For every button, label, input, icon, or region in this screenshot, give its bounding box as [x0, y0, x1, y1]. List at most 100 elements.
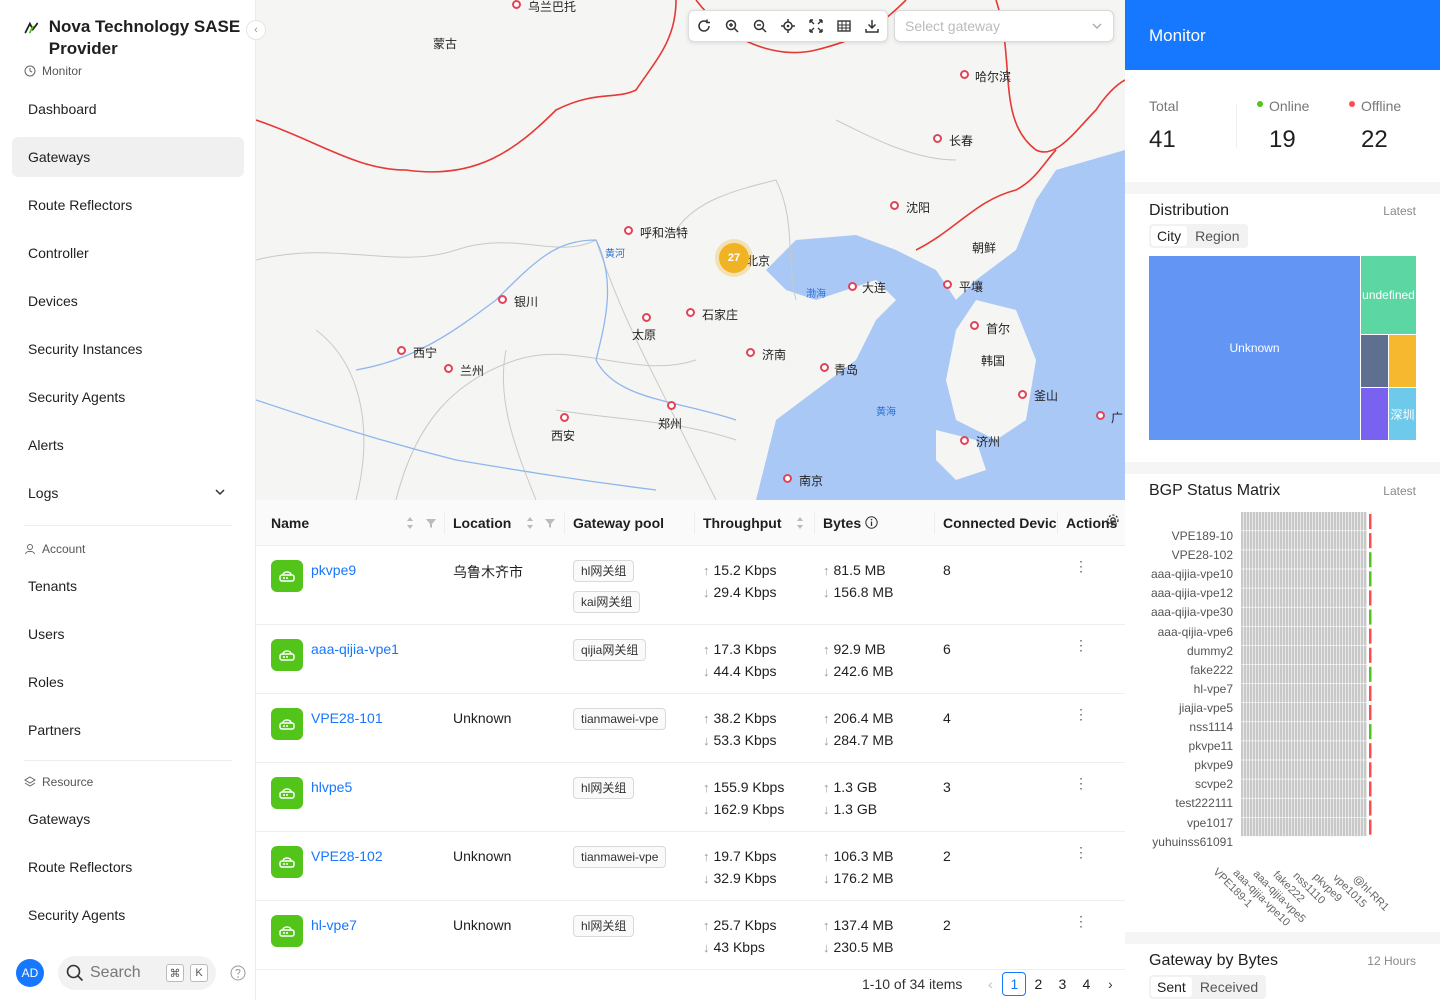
filter-icon[interactable] [545, 516, 555, 530]
city-marker[interactable] [642, 313, 651, 322]
download-icon[interactable] [863, 17, 881, 35]
city-marker[interactable] [667, 401, 676, 410]
page-2[interactable]: 2 [1026, 972, 1050, 996]
sidebar-item-resource-security-agents[interactable]: Security Agents [12, 895, 244, 935]
page-3[interactable]: 3 [1050, 972, 1074, 996]
city-marker[interactable] [933, 134, 942, 143]
filter-icon[interactable] [426, 516, 436, 530]
city-marker[interactable] [960, 436, 969, 445]
column-header-location[interactable]: Location [453, 515, 511, 531]
help-icon[interactable] [230, 965, 246, 981]
more-actions-icon[interactable]: ⋮ [1074, 637, 1088, 654]
city-marker[interactable] [848, 282, 857, 291]
sidebar-item-resource-route-reflectors[interactable]: Route Reflectors [12, 847, 244, 887]
sidebar-item-security-instances[interactable]: Security Instances [12, 329, 244, 369]
sidebar-item-dashboard[interactable]: Dashboard [12, 89, 244, 129]
city-marker[interactable] [970, 321, 979, 330]
treemap-cell[interactable] [1389, 335, 1416, 387]
gateway-name-link[interactable]: hl-vpe7 [311, 917, 357, 933]
city-marker[interactable] [512, 0, 521, 9]
gateway-name-link[interactable]: pkvpe9 [311, 562, 356, 578]
more-actions-icon[interactable]: ⋮ [1074, 775, 1088, 792]
zoom-in-icon[interactable] [723, 17, 741, 35]
table-row[interactable]: VPE28-101 Unknown tianmawei-vpe ↑ 38.2 Kbps ↓… [256, 694, 1125, 763]
table-row[interactable]: hl-vpe7 Unknown hl网关组 ↑ 25.7 Kbps ↓ 43 Kbps ↑ 13… [256, 901, 1125, 970]
sidebar-item-roles[interactable]: Roles [12, 662, 244, 702]
treemap-cell-undefined[interactable]: undefined [1361, 256, 1416, 334]
table-row[interactable]: hlvpe5 hl网关组 ↑ 155.9 Kbps ↓ 162.9 Kbps ↑ 1.3 GB… [256, 763, 1125, 832]
prev-page-icon[interactable]: ‹ [978, 972, 1002, 996]
more-actions-icon[interactable]: ⋮ [1074, 844, 1088, 861]
sidebar-item-users[interactable]: Users [12, 614, 244, 654]
table-row[interactable]: aaa-qijia-vpe1 qijia网关组 ↑ 17.3 Kbps ↓ 44.4 Kb… [256, 625, 1125, 694]
city-marker[interactable] [560, 413, 569, 422]
city-marker[interactable] [943, 280, 952, 289]
city-marker[interactable] [498, 295, 507, 304]
more-actions-icon[interactable]: ⋮ [1074, 913, 1088, 930]
column-header-bytes[interactable]: Bytes [823, 515, 861, 531]
tab-received[interactable]: Received [1194, 977, 1264, 997]
gateway-name-link[interactable]: hlvpe5 [311, 779, 352, 795]
next-page-icon[interactable]: › [1098, 972, 1122, 996]
sidebar-item-security-agents[interactable]: Security Agents [12, 377, 244, 417]
sort-icon[interactable] [406, 516, 414, 530]
brand[interactable]: Nova Technology SASE Provider [24, 16, 244, 60]
city-marker[interactable] [444, 364, 453, 373]
sidebar-item-route-reflectors[interactable]: Route Reflectors [12, 185, 244, 225]
gateway-name-link[interactable]: VPE28-102 [311, 848, 383, 864]
locate-icon[interactable] [779, 17, 797, 35]
search-button[interactable]: Search ⌘ K [58, 956, 216, 990]
city-marker[interactable] [1096, 411, 1105, 420]
sidebar-item-alerts[interactable]: Alerts [12, 425, 244, 465]
page-4[interactable]: 4 [1074, 972, 1098, 996]
column-header-gateway-pool[interactable]: Gateway pool [573, 515, 664, 531]
sidebar-item-controller[interactable]: Controller [12, 233, 244, 273]
bgp-matrix[interactable] [1241, 512, 1381, 852]
more-actions-icon[interactable]: ⋮ [1074, 558, 1088, 575]
sort-icon[interactable] [526, 516, 534, 530]
city-marker[interactable] [686, 308, 695, 317]
city-marker[interactable] [746, 348, 755, 357]
column-header-name[interactable]: Name [271, 515, 309, 531]
treemap-cell-shenzhen[interactable]: 深圳 [1389, 388, 1416, 440]
zoom-out-icon[interactable] [751, 17, 769, 35]
city-marker[interactable] [1018, 390, 1027, 399]
collapse-sidebar-icon[interactable]: ‹ [246, 20, 266, 40]
city-marker[interactable] [820, 363, 829, 372]
treemap-cell[interactable] [1361, 388, 1388, 440]
column-header-throughput[interactable]: Throughput [703, 515, 782, 531]
city-marker[interactable] [960, 70, 969, 79]
sidebar-item-tenants[interactable]: Tenants [12, 566, 244, 606]
city-marker[interactable] [890, 201, 899, 210]
treemap-cell-unknown[interactable]: Unknown [1149, 256, 1360, 440]
sort-icon[interactable] [796, 516, 804, 530]
refresh-icon[interactable] [695, 17, 713, 35]
sidebar-item-logs[interactable]: Logs [12, 473, 244, 513]
avatar[interactable]: AD [16, 959, 44, 987]
gateway-cluster-marker[interactable]: 27 [719, 243, 749, 273]
gateway-map[interactable]: 乌兰巴托 蒙古 哈尔滨 长春 沈阳 呼和浩特 北京 朝鲜 平壤 大连 银川 石家… [256, 0, 1125, 500]
more-actions-icon[interactable]: ⋮ [1074, 706, 1088, 723]
table-icon[interactable] [835, 17, 853, 35]
tab-region[interactable]: Region [1189, 226, 1245, 246]
sidebar-item-partners[interactable]: Partners [12, 710, 244, 750]
page-1[interactable]: 1 [1002, 972, 1027, 996]
city-marker[interactable] [624, 226, 633, 235]
gateway-select[interactable]: Select gateway [894, 10, 1114, 42]
tab-sent[interactable]: Sent [1151, 977, 1192, 997]
fit-view-icon[interactable] [807, 17, 825, 35]
column-header-connected-devices[interactable]: Connected Devic [943, 515, 1057, 531]
table-row[interactable]: VPE28-102 Unknown tianmawei-vpe ↑ 19.7 Kbps ↓… [256, 832, 1125, 901]
sidebar-item-gateways[interactable]: Gateways [12, 137, 244, 177]
gateway-name-link[interactable]: aaa-qijia-vpe1 [311, 641, 399, 657]
treemap-cell[interactable] [1361, 335, 1388, 387]
gateway-name-link[interactable]: VPE28-101 [311, 710, 383, 726]
info-icon[interactable] [865, 516, 878, 529]
sidebar-item-resource-gateways[interactable]: Gateways [12, 799, 244, 839]
settings-icon[interactable] [1106, 513, 1120, 527]
tab-city[interactable]: City [1151, 226, 1188, 246]
sidebar-item-devices[interactable]: Devices [12, 281, 244, 321]
city-marker[interactable] [397, 346, 406, 355]
city-marker[interactable] [783, 474, 792, 483]
table-row[interactable]: pkvpe9 乌鲁木齐市 hl网关组 kai网关组 ↑ 15.2 Kbps ↓ 29.4 Kb… [256, 546, 1125, 625]
